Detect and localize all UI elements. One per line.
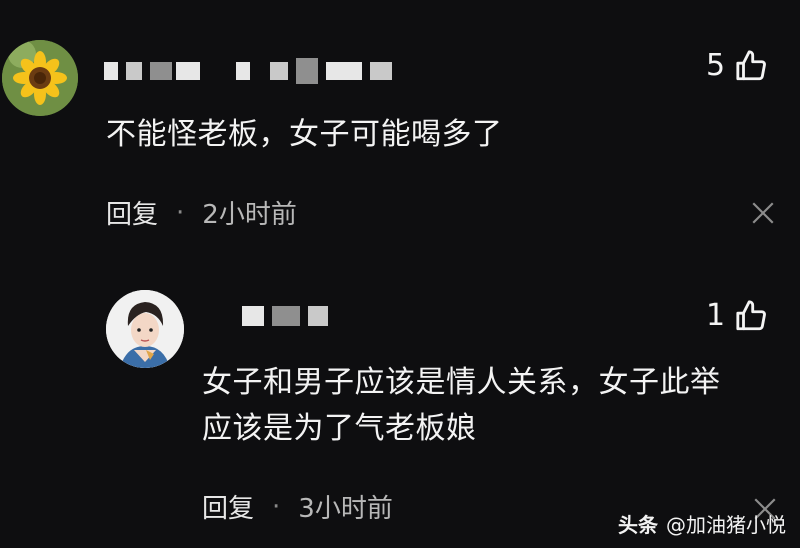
comment-text: 女子和男子应该是情人关系，女子此举 应该是为了气老板娘: [202, 360, 721, 452]
watermark: 头条 @加油猪小悦: [618, 509, 786, 538]
sunflower-avatar[interactable]: [2, 40, 78, 116]
thumbs-up-icon: [736, 299, 767, 330]
username-redacted[interactable]: [104, 58, 400, 84]
timestamp: 2小时前: [202, 200, 297, 230]
separator-dot: ·: [176, 197, 185, 228]
like-count: 5: [706, 48, 726, 83]
reply-button[interactable]: 回复: [106, 194, 158, 231]
like-button[interactable]: 5: [706, 48, 769, 83]
like-count: 1: [706, 298, 726, 333]
comment-2: 1 女子和男子应该是情人关系，女子此举 应该是为了气老板娘 回复 · 3小时前: [0, 260, 800, 548]
comment-meta: 回复 · 3小时前: [202, 488, 393, 525]
comment-text-line: 女子和男子应该是情人关系，女子此举: [202, 365, 721, 400]
reply-button[interactable]: 回复: [202, 488, 254, 525]
comment-1: 5 不能怪老板，女子可能喝多了 回复 · 2小时前: [0, 0, 800, 250]
comment-meta: 回复 · 2小时前: [106, 194, 297, 231]
watermark-account: @加油猪小悦: [666, 513, 786, 537]
comment-text-line: 应该是为了气老板娘: [202, 411, 477, 446]
timestamp: 3小时前: [298, 494, 393, 524]
comment-text-line: 不能怪老板，女子可能喝多了: [106, 117, 503, 152]
close-icon[interactable]: [750, 200, 776, 226]
separator-dot: ·: [272, 491, 281, 522]
watermark-brand: 头条: [618, 513, 658, 537]
cartoon-portrait-avatar[interactable]: [106, 290, 184, 368]
comment-text: 不能怪老板，女子可能喝多了: [106, 112, 503, 158]
like-button[interactable]: 1: [706, 298, 769, 333]
username-redacted[interactable]: [242, 306, 336, 326]
thumbs-up-icon: [736, 49, 767, 80]
